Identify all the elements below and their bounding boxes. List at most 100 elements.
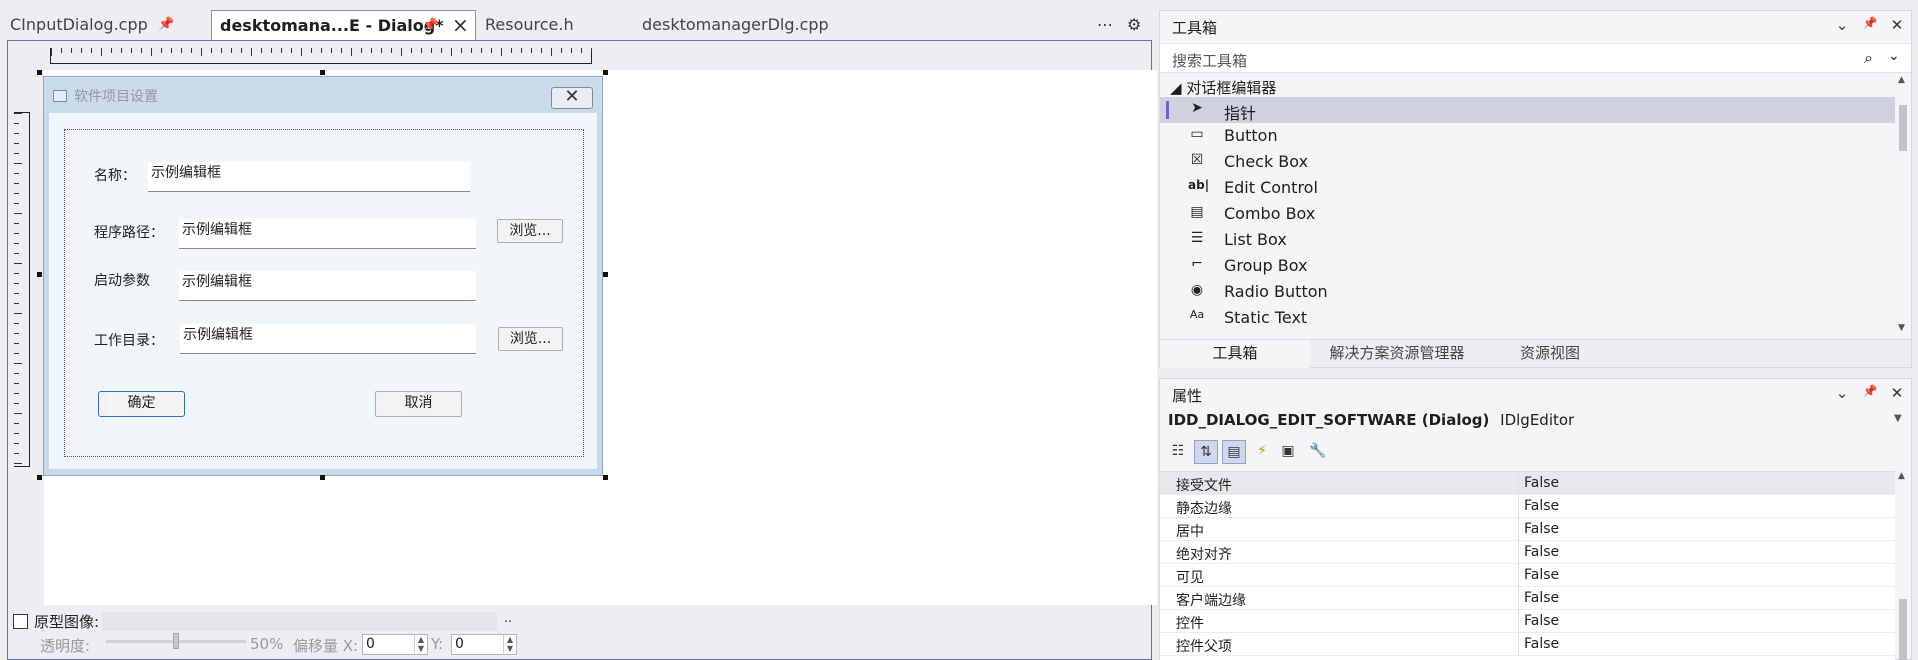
close-icon[interactable]: × bbox=[452, 10, 469, 40]
property-value[interactable]: False bbox=[1524, 498, 1559, 514]
toolbox-item-radio-button[interactable]: ◉ Radio Button bbox=[1160, 279, 1895, 305]
property-value[interactable]: False bbox=[1524, 544, 1559, 560]
chevron-down-icon[interactable]: ⌄ bbox=[1832, 16, 1852, 34]
property-value[interactable]: False bbox=[1524, 590, 1559, 606]
resize-handle[interactable] bbox=[320, 70, 325, 75]
toolbox-item-static-text[interactable]: Aa Static Text bbox=[1160, 305, 1895, 331]
toolbox-group-header[interactable]: ◢ 对话框编辑器 bbox=[1170, 77, 1276, 98]
scrollbar-thumb[interactable] bbox=[1899, 105, 1907, 151]
property-row[interactable]: 控件父项 False bbox=[1160, 633, 1895, 656]
scrollbar-thumb[interactable] bbox=[1899, 599, 1907, 660]
more-icon[interactable]: ⋯ bbox=[1097, 10, 1113, 40]
properties-scrollbar[interactable]: ▲ bbox=[1895, 471, 1911, 660]
ok-button[interactable]: 确定 bbox=[98, 391, 185, 417]
categorized-icon[interactable]: ☷ bbox=[1166, 440, 1190, 464]
tab-resource-h[interactable]: Resource.h bbox=[485, 10, 635, 40]
program-path-browse-button[interactable]: 浏览... bbox=[497, 219, 563, 243]
property-name: 可见 bbox=[1176, 570, 1204, 586]
close-icon[interactable]: ✕ bbox=[1887, 16, 1907, 34]
properties-icon[interactable]: ▤ bbox=[1222, 440, 1246, 464]
toolbox-scrollbar[interactable]: ▲ ▼ bbox=[1895, 75, 1911, 337]
tab-cinputdialog-cpp[interactable]: CInputDialog.cpp 📌 bbox=[10, 10, 210, 40]
resize-handle[interactable] bbox=[603, 475, 608, 480]
toolbox-item-button[interactable]: ▭ Button bbox=[1160, 123, 1895, 149]
scroll-up-icon[interactable]: ▲ bbox=[1898, 75, 1905, 85]
working-dir-browse-button[interactable]: 浏览... bbox=[498, 327, 563, 351]
toolbox-item-edit-control[interactable]: ab| Edit Control bbox=[1160, 175, 1895, 201]
cancel-button[interactable]: 取消 bbox=[375, 391, 462, 417]
property-row[interactable]: 可见 False bbox=[1160, 564, 1895, 587]
property-row[interactable]: 绝对对齐 False bbox=[1160, 541, 1895, 564]
name-label[interactable]: 名称： bbox=[94, 165, 136, 185]
settings-icon[interactable]: ⚙ bbox=[1127, 10, 1141, 40]
chevron-down-icon[interactable]: ⌄ bbox=[1832, 384, 1852, 402]
dialog-close-button[interactable]: ✕ bbox=[551, 87, 593, 109]
ruler-tick bbox=[201, 48, 202, 56]
resize-handle[interactable] bbox=[37, 272, 42, 277]
tab-resource-view[interactable]: 资源视图 bbox=[1490, 340, 1610, 368]
opacity-slider-thumb[interactable] bbox=[173, 633, 179, 649]
launch-args-label[interactable]: 启动参数 bbox=[94, 270, 150, 290]
button-icon: ▭ bbox=[1190, 126, 1204, 142]
pin-icon[interactable]: 📌 bbox=[1860, 16, 1880, 30]
property-pages-icon[interactable]: 🔧 bbox=[1306, 440, 1330, 464]
property-row[interactable]: 控件 False bbox=[1160, 610, 1895, 633]
search-icon[interactable]: ⌕ bbox=[1864, 48, 1873, 68]
toolbox-item-pointer[interactable]: ➤ 指针 bbox=[1160, 97, 1895, 123]
ruler-tick bbox=[14, 433, 19, 434]
pin-icon[interactable]: 📌 bbox=[1860, 384, 1880, 398]
program-path-edit[interactable]: 示例编辑框 bbox=[179, 219, 476, 249]
property-row[interactable]: 接受文件 False bbox=[1160, 472, 1895, 495]
resize-handle[interactable] bbox=[320, 475, 325, 480]
resize-handle[interactable] bbox=[603, 272, 608, 277]
toolbox-item-check-box[interactable]: ☒ Check Box bbox=[1160, 149, 1895, 175]
offset-x-spinner[interactable]: 0 ▲ ▼ bbox=[362, 634, 428, 655]
pin-icon[interactable]: 📌 bbox=[158, 10, 174, 40]
toolbox-search-input[interactable]: 搜索工具箱 ⌕ ⌄ bbox=[1160, 43, 1911, 73]
resize-handle[interactable] bbox=[37, 70, 42, 75]
tab-dialog-editor[interactable]: desktomana...E - Dialog* 📌 × bbox=[211, 10, 476, 40]
chevron-down-icon[interactable]: ▼ bbox=[1894, 413, 1902, 424]
resize-handle[interactable] bbox=[37, 475, 42, 480]
property-value[interactable]: False bbox=[1524, 475, 1559, 491]
close-icon[interactable]: ✕ bbox=[1887, 384, 1907, 402]
property-row[interactable]: 静态边缘 False bbox=[1160, 495, 1895, 518]
tab-solution-explorer[interactable]: 解决方案资源管理器 bbox=[1312, 340, 1482, 368]
ruler-tick bbox=[14, 273, 19, 274]
chevron-down-icon[interactable]: ⌄ bbox=[1888, 48, 1900, 64]
working-dir-edit[interactable]: 示例编辑框 bbox=[180, 324, 476, 354]
name-edit[interactable]: 示例编辑框 bbox=[148, 162, 470, 192]
tab-desktomanagerdlg-cpp[interactable]: desktomanagerDlg.cpp bbox=[642, 10, 862, 40]
launch-args-edit[interactable]: 示例编辑框 bbox=[179, 271, 476, 301]
ruler-tick bbox=[14, 393, 19, 394]
toolbox-item-combo-box[interactable]: ▤ Combo Box bbox=[1160, 201, 1895, 227]
prototype-browse-button[interactable]: .. bbox=[497, 612, 519, 631]
toolbox-item-list-box[interactable]: ☰ List Box bbox=[1160, 227, 1895, 253]
toolbox-item-group-box[interactable]: ⌐ Group Box bbox=[1160, 253, 1895, 279]
designed-dialog[interactable]: 软件项目设置 ✕ 名称： 示例编辑框 程序路径： 示例编辑框 浏览... 启动参… bbox=[43, 76, 603, 476]
ruler-tick bbox=[471, 48, 472, 53]
property-row[interactable]: 居中 False bbox=[1160, 518, 1895, 541]
scroll-down-icon[interactable]: ▼ bbox=[1898, 323, 1905, 333]
messages-icon[interactable]: ▣ bbox=[1276, 440, 1300, 464]
program-path-label[interactable]: 程序路径： bbox=[94, 222, 164, 242]
property-value[interactable]: False bbox=[1524, 521, 1559, 537]
ruler-tick bbox=[561, 48, 562, 53]
tab-toolbox[interactable]: 工具箱 bbox=[1160, 340, 1310, 368]
scroll-up-icon[interactable]: ▲ bbox=[1898, 471, 1905, 481]
property-value[interactable]: False bbox=[1524, 636, 1559, 652]
alphabetical-icon[interactable]: ⇅ bbox=[1194, 440, 1218, 464]
pin-icon[interactable]: 📌 bbox=[422, 11, 438, 41]
property-value[interactable]: False bbox=[1524, 567, 1559, 583]
properties-object-selector[interactable]: IDD_DIALOG_EDIT_SOFTWARE (Dialog) IDlgEd… bbox=[1168, 411, 1574, 429]
resize-handle[interactable] bbox=[603, 70, 608, 75]
dialog-app-icon bbox=[53, 90, 67, 102]
property-value[interactable]: False bbox=[1524, 613, 1559, 629]
prototype-image-checkbox[interactable] bbox=[13, 614, 28, 629]
offset-y-spinner[interactable]: 0 ▲ ▼ bbox=[451, 634, 517, 655]
property-row[interactable]: 客户端边缘 False bbox=[1160, 587, 1895, 610]
spin-arrows-icon[interactable]: ▲ ▼ bbox=[503, 635, 516, 654]
spin-arrows-icon[interactable]: ▲ ▼ bbox=[414, 635, 427, 654]
working-dir-label[interactable]: 工作目录： bbox=[94, 330, 164, 350]
events-icon[interactable]: ⚡ bbox=[1250, 440, 1274, 464]
